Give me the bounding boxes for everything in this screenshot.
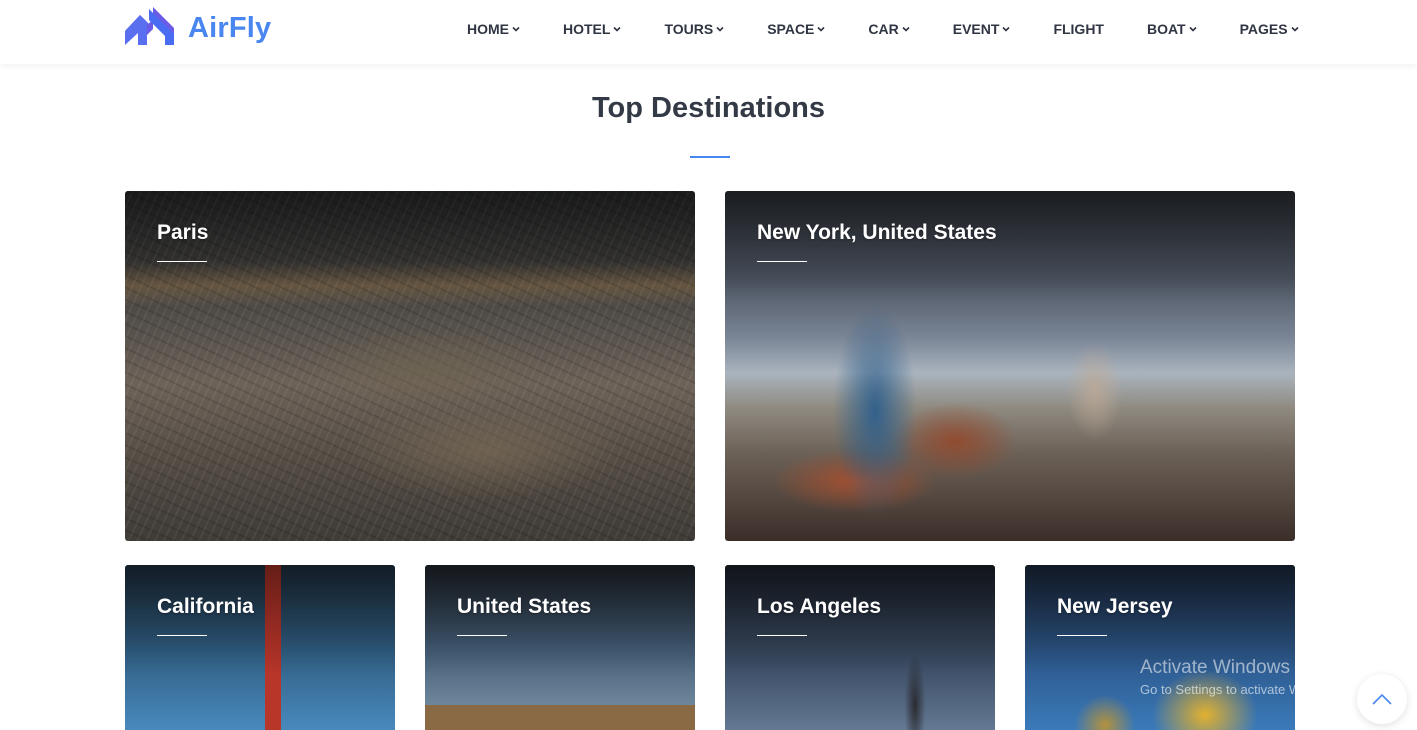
destination-name: California <box>157 595 254 618</box>
nav-label: HOTEL <box>563 21 611 37</box>
scroll-to-top-button[interactable] <box>1357 674 1407 724</box>
destination-name: Paris <box>157 221 209 244</box>
destination-underline <box>757 261 807 262</box>
main-nav: HOME HOTEL TOURS SPACE CAR EVENT FLIGHT … <box>467 20 1299 38</box>
destination-name: New Jersey <box>1057 595 1173 618</box>
chevron-down-icon <box>817 26 825 32</box>
nav-label: SPACE <box>767 21 815 37</box>
activation-watermark-subtitle: Go to Settings to activate Windows. <box>1140 682 1346 697</box>
destination-name: Los Angeles <box>757 595 882 618</box>
destination-underline <box>157 635 207 636</box>
destination-underline <box>457 635 507 636</box>
nav-label: PAGES <box>1239 21 1288 37</box>
nav-label: BOAT <box>1146 21 1186 37</box>
chevron-down-icon <box>716 26 724 32</box>
chevron-down-icon <box>1002 26 1011 32</box>
destination-name: New York, United States <box>757 221 997 244</box>
section-title: Top Destinations <box>591 92 826 124</box>
nav-event[interactable]: EVENT <box>953 21 1011 37</box>
destination-underline <box>757 635 807 636</box>
chevron-down-icon <box>902 26 910 32</box>
destination-card-california[interactable]: California <box>125 565 395 730</box>
nav-pages[interactable]: PAGES <box>1240 21 1299 37</box>
chevron-up-icon <box>1372 693 1392 705</box>
nav-label: HOME <box>467 21 509 37</box>
chevron-down-icon <box>1189 26 1197 32</box>
nav-label: CAR <box>868 21 899 37</box>
destination-card-paris[interactable]: Paris <box>125 191 695 541</box>
nav-boat[interactable]: BOAT <box>1147 21 1197 37</box>
site-header: AirFly HOME HOTEL TOURS SPACE CAR EVENT … <box>0 0 1417 64</box>
destination-card-new-york[interactable]: New York, United States <box>725 191 1295 541</box>
brand-logo[interactable]: AirFly <box>125 6 272 50</box>
nav-label: EVENT <box>952 21 1000 37</box>
chevron-down-icon <box>613 26 622 32</box>
activation-watermark-title: Activate Windows <box>1140 657 1290 678</box>
nav-hotel[interactable]: HOTEL <box>563 21 622 37</box>
nav-space[interactable]: SPACE <box>767 21 825 37</box>
nav-tours[interactable]: TOURS <box>664 21 724 37</box>
nav-label: FLIGHT <box>1053 21 1104 37</box>
brand-name: AirFly <box>188 11 272 44</box>
nav-flight[interactable]: FLIGHT <box>1053 21 1104 37</box>
destination-card-los-angeles[interactable]: Los Angeles <box>725 565 995 730</box>
nav-home[interactable]: HOME <box>467 21 520 37</box>
destination-underline <box>1057 635 1107 636</box>
destination-card-united-states[interactable]: United States <box>425 565 695 730</box>
nav-label: TOURS <box>664 21 714 37</box>
destination-name: United States <box>457 595 592 618</box>
nav-car[interactable]: CAR <box>868 21 910 37</box>
destination-card-new-jersey[interactable]: New Jersey <box>1025 565 1295 730</box>
chevron-down-icon <box>1291 26 1299 32</box>
chevron-down-icon <box>512 26 520 32</box>
airfly-logo-icon <box>125 6 174 50</box>
destination-underline <box>157 261 207 262</box>
title-underline <box>690 156 730 158</box>
